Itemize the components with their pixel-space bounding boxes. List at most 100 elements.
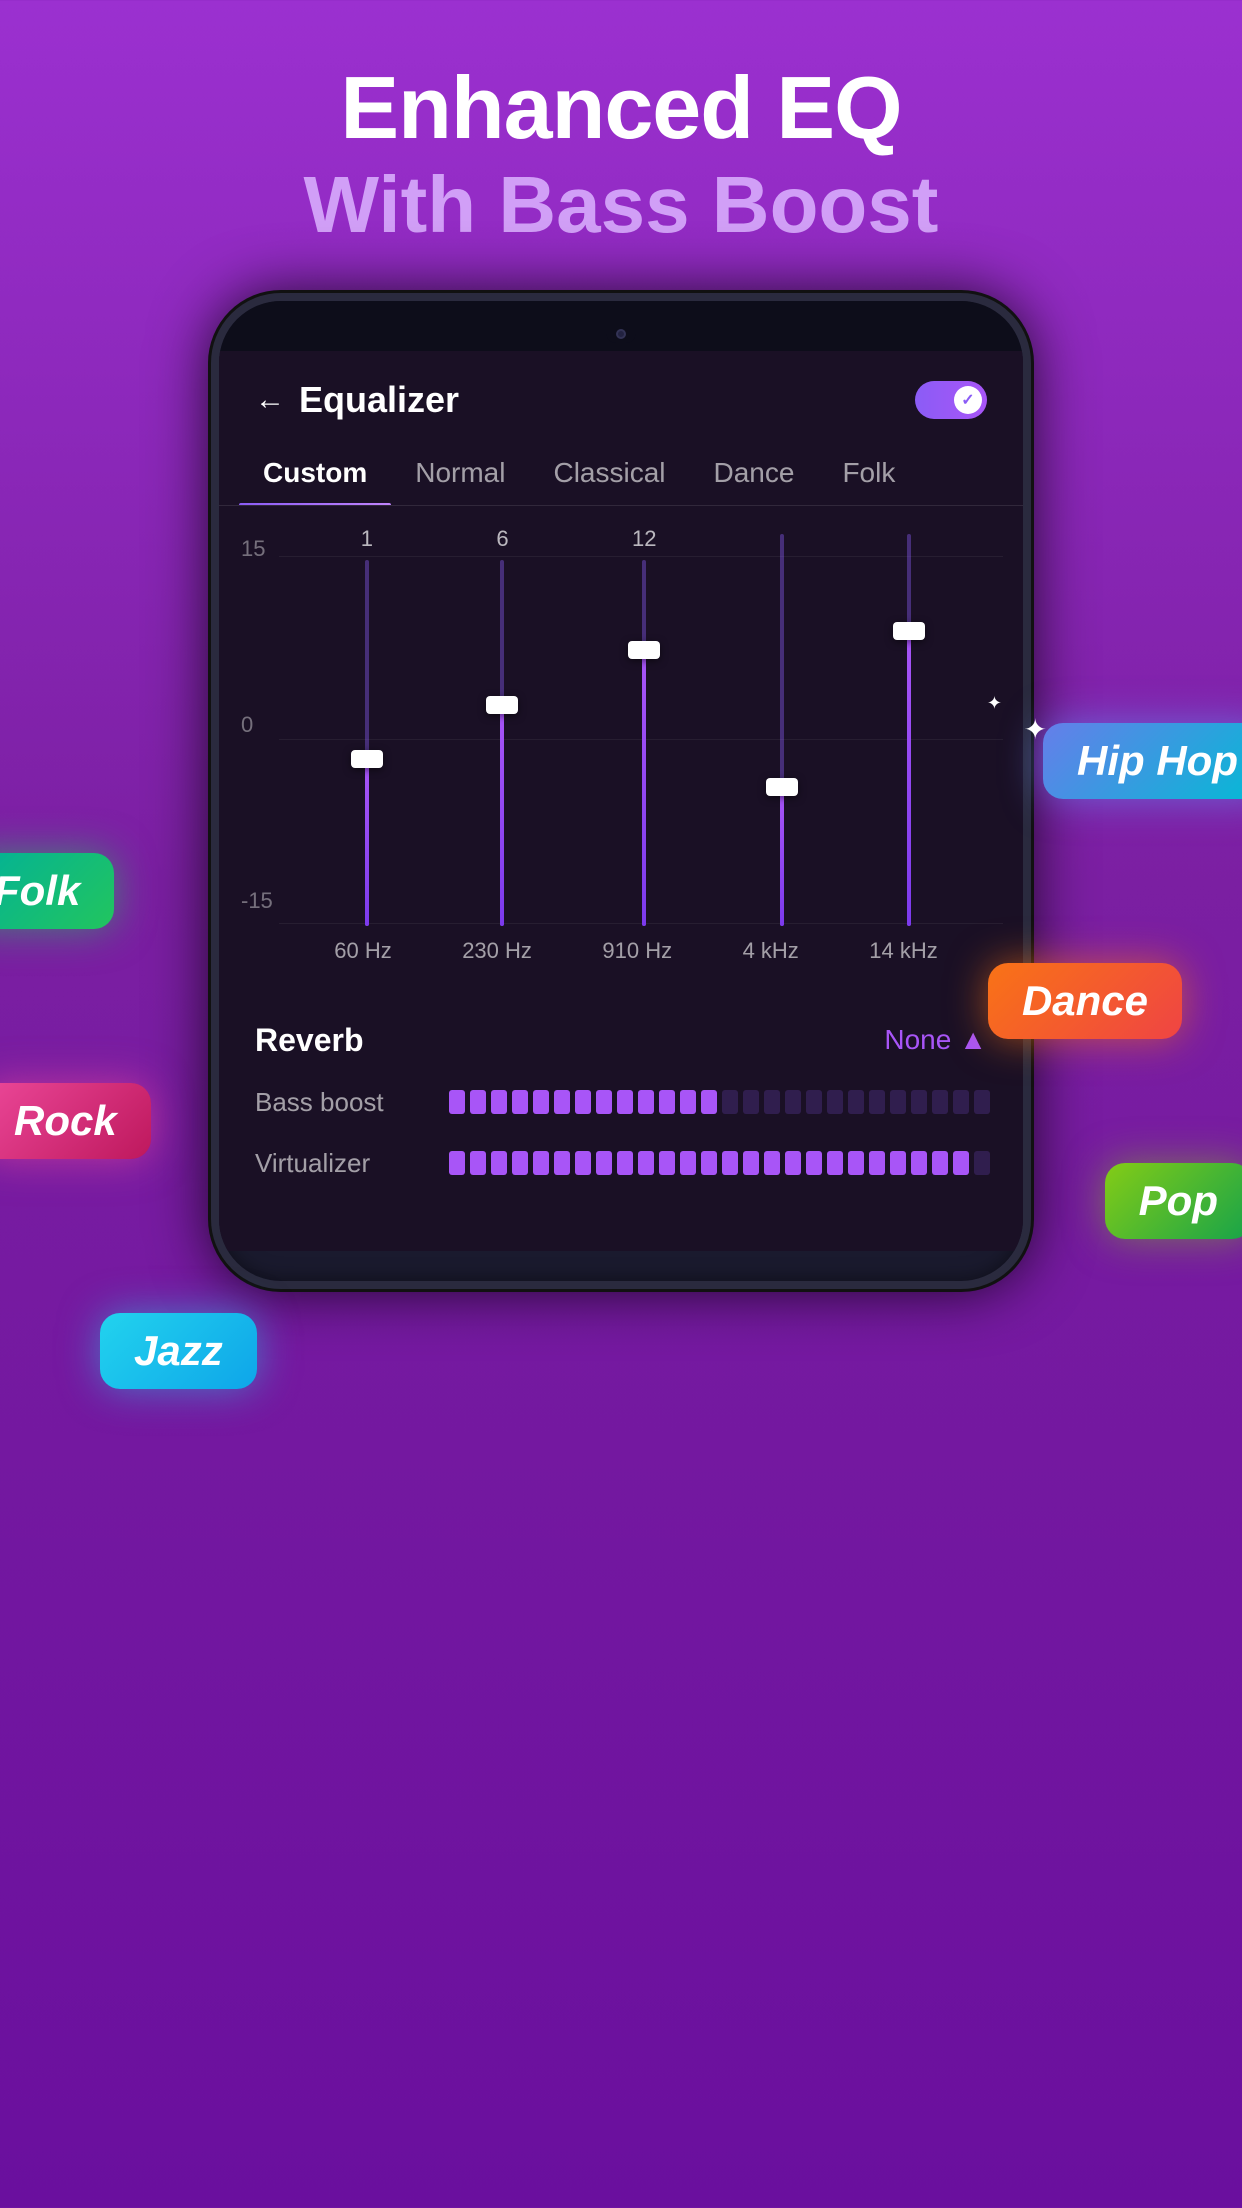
- virtualizer-segment: [722, 1151, 738, 1175]
- bass-boost-label: Bass boost: [255, 1087, 425, 1118]
- eq-slider-col-3: 12: [632, 526, 656, 926]
- reverb-text: None: [884, 1024, 951, 1056]
- eq-slider-col-2: 6: [496, 526, 508, 926]
- sparkle-icon: ✦: [1024, 713, 1047, 746]
- bass-boost-segment: [596, 1090, 612, 1114]
- virtualizer-segment: [491, 1151, 507, 1175]
- slider-track-1[interactable]: [365, 560, 369, 926]
- header-section: Enhanced EQ With Bass Boost: [0, 0, 1242, 293]
- virtualizer-segment: [743, 1151, 759, 1175]
- badge-folk: Folk: [0, 853, 114, 929]
- virtualizer-segment: [533, 1151, 549, 1175]
- virtualizer-segment: [764, 1151, 780, 1175]
- phone-frame: ← Equalizer ✓ Custom Normal Classical Da…: [211, 293, 1031, 1289]
- bass-boost-segment: [722, 1090, 738, 1114]
- virtualizer-segment: [827, 1151, 843, 1175]
- tab-dance[interactable]: Dance: [690, 441, 819, 505]
- badge-pop: Pop: [1105, 1163, 1242, 1239]
- bass-boost-segment: [638, 1090, 654, 1114]
- eq-freq-labels: 60 Hz 230 Hz 910 Hz 4 kHz 14 kHz: [239, 926, 1003, 964]
- bass-boost-segment: [659, 1090, 675, 1114]
- bass-boost-segment: [470, 1090, 486, 1114]
- eq-sliders-row: 1 6: [239, 526, 1003, 926]
- virtualizer-segment: [638, 1151, 654, 1175]
- slider-track-4[interactable]: [780, 534, 784, 926]
- phone-top-bar: [219, 301, 1023, 351]
- bass-boost-segment: [512, 1090, 528, 1114]
- reverb-value[interactable]: None ▲: [884, 1024, 987, 1056]
- eq-toggle-knob: ✓: [954, 386, 982, 414]
- virtualizer-segment: [470, 1151, 486, 1175]
- bass-boost-segment: [953, 1090, 969, 1114]
- eq-slider-col-4: [780, 526, 784, 926]
- virtualizer-bar[interactable]: [449, 1151, 990, 1175]
- virtualizer-segment: [617, 1151, 633, 1175]
- bass-boost-segment: [848, 1090, 864, 1114]
- bass-boost-segment: [785, 1090, 801, 1114]
- badge-hip-hop: Hip Hop: [1043, 723, 1242, 799]
- virtualizer-segment: [869, 1151, 885, 1175]
- reverb-row: Reverb None ▲: [255, 1022, 987, 1059]
- virtualizer-segment: [974, 1151, 990, 1175]
- tab-folk[interactable]: Folk: [818, 441, 919, 505]
- back-button[interactable]: ← Equalizer: [255, 379, 459, 421]
- bass-boost-segment: [890, 1090, 906, 1114]
- virtualizer-segment: [575, 1151, 591, 1175]
- bass-boost-segment: [932, 1090, 948, 1114]
- reverb-label: Reverb: [255, 1022, 364, 1059]
- eq-toggle[interactable]: ✓: [915, 381, 987, 419]
- virtualizer-row: Virtualizer: [255, 1148, 987, 1179]
- tab-custom[interactable]: Custom: [239, 441, 391, 505]
- reverb-section: Reverb None ▲: [219, 994, 1023, 1087]
- sparkle-icon-2: ✦: [987, 693, 1002, 714]
- boost-section: Bass boost Virtualizer: [219, 1087, 1023, 1239]
- virtualizer-segment: [890, 1151, 906, 1175]
- bass-boost-bar[interactable]: [449, 1090, 990, 1114]
- freq-label-3: 910 Hz: [602, 938, 672, 964]
- virtualizer-segment: [701, 1151, 717, 1175]
- bass-boost-segment: [743, 1090, 759, 1114]
- freq-label-5: 14 kHz: [869, 938, 937, 964]
- check-icon: ✓: [961, 390, 974, 410]
- bass-boost-segment: [869, 1090, 885, 1114]
- virtualizer-segment: [785, 1151, 801, 1175]
- bass-boost-segment: [974, 1090, 990, 1114]
- bass-boost-segment: [911, 1090, 927, 1114]
- phone-camera: [616, 329, 626, 339]
- virtualizer-segment: [512, 1151, 528, 1175]
- virtualizer-segment: [806, 1151, 822, 1175]
- bass-boost-segment: [806, 1090, 822, 1114]
- freq-label-2: 230 Hz: [462, 938, 532, 964]
- bass-boost-segment: [764, 1090, 780, 1114]
- virtualizer-segment: [848, 1151, 864, 1175]
- bass-boost-segment: [449, 1090, 465, 1114]
- phone-notch: [606, 329, 636, 343]
- bass-boost-segment: [491, 1090, 507, 1114]
- tab-classical[interactable]: Classical: [529, 441, 689, 505]
- virtualizer-segment: [932, 1151, 948, 1175]
- eq-slider-col-1: 1: [361, 526, 373, 926]
- tab-normal[interactable]: Normal: [391, 441, 529, 505]
- app-content: ← Equalizer ✓ Custom Normal Classical Da…: [219, 351, 1023, 1251]
- virtualizer-segment: [596, 1151, 612, 1175]
- eq-tabs: Custom Normal Classical Dance Folk: [219, 441, 1023, 506]
- eq-sliders-area: 15 0 -15 1: [219, 506, 1023, 994]
- freq-label-4: 4 kHz: [743, 938, 799, 964]
- badge-jazz: Jazz: [100, 1313, 257, 1389]
- bass-boost-segment: [701, 1090, 717, 1114]
- virtualizer-segment: [680, 1151, 696, 1175]
- slider-track-2[interactable]: [500, 560, 504, 926]
- bass-boost-segment: [575, 1090, 591, 1114]
- bass-boost-segment: [617, 1090, 633, 1114]
- chevron-up-icon: ▲: [959, 1024, 987, 1056]
- bass-boost-segment: [554, 1090, 570, 1114]
- slider-value-1: 1: [361, 526, 373, 552]
- slider-track-5[interactable]: [907, 534, 911, 926]
- bass-boost-segment: [827, 1090, 843, 1114]
- slider-value-2: 6: [496, 526, 508, 552]
- freq-label-1: 60 Hz: [334, 938, 391, 964]
- back-arrow-icon: ←: [255, 383, 285, 417]
- bass-boost-row: Bass boost: [255, 1087, 987, 1118]
- virtualizer-segment: [911, 1151, 927, 1175]
- slider-track-3[interactable]: [642, 560, 646, 926]
